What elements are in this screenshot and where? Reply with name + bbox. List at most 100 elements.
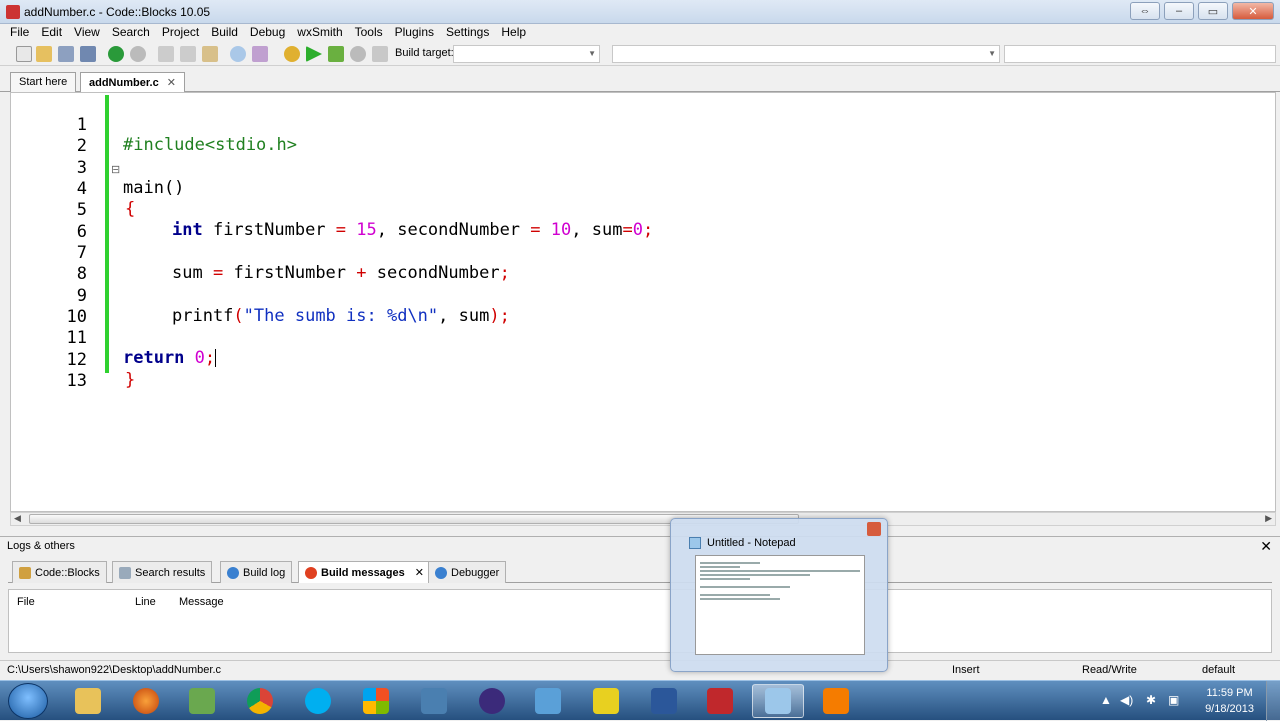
pin-icon (305, 566, 317, 579)
show-desktop-button[interactable] (1266, 681, 1280, 721)
gear-icon (227, 566, 239, 579)
code-line-10: 10 (11, 287, 1211, 327)
close-icon[interactable]: ✕ (415, 566, 424, 579)
volume-icon[interactable]: ◀) (1120, 693, 1133, 707)
tab-debugger[interactable]: Debugger (428, 561, 507, 583)
xampp-taskbar-button[interactable] (810, 684, 862, 718)
restore-icon[interactable]: ⇔ (1130, 2, 1160, 20)
firefox-taskbar-button[interactable] (120, 684, 172, 718)
book-taskbar-button[interactable] (694, 684, 746, 718)
clock[interactable]: 11:59 PM 9/18/2013 (1205, 685, 1254, 717)
thumbnail-line (700, 562, 760, 564)
menu-plugins[interactable]: Plugins (389, 24, 440, 42)
redo-icon[interactable] (130, 46, 146, 62)
close-button[interactable]: ✕ (1232, 2, 1274, 20)
tab-search-results[interactable]: Search results (112, 561, 213, 583)
code-line-8: 8 (11, 244, 1211, 284)
editor-taskbar-button[interactable] (176, 684, 228, 718)
start-button[interactable] (8, 683, 48, 719)
code-text: } (125, 370, 136, 390)
menu-settings[interactable]: Settings (440, 24, 495, 42)
rebuild-icon[interactable] (350, 46, 366, 62)
maximize-button[interactable]: ▭ (1198, 2, 1228, 20)
system-tray: ▲ ◀) ✱ ▣ 11:59 PM 9/18/2013 (1070, 681, 1280, 721)
code-line-6: 6 (11, 202, 1211, 242)
title-bar: addNumber.c - Code::Blocks 10.05 ⇔ – ▭ ✕ (0, 0, 1280, 24)
tab-build-log[interactable]: Build log (220, 561, 293, 583)
eclipse-icon (479, 688, 505, 714)
save-all-icon[interactable] (80, 46, 96, 62)
clock-date: 9/18/2013 (1205, 703, 1254, 715)
tab-addnumber[interactable]: addNumber.c ✕ (80, 72, 185, 92)
replace-icon[interactable] (252, 46, 268, 62)
build-and-run-icon[interactable] (328, 46, 344, 62)
codeblocks-app-icon (6, 5, 20, 19)
codeblocks-icon (593, 688, 619, 714)
build-gear-icon[interactable] (284, 46, 300, 62)
logs-caption: Logs & others (7, 540, 75, 552)
save-icon[interactable] (58, 46, 74, 62)
word-taskbar-button[interactable] (638, 684, 690, 718)
bluetooth-icon[interactable]: ✱ (1146, 693, 1156, 707)
new-file-icon[interactable] (16, 46, 32, 62)
explorer-taskbar-button[interactable] (62, 684, 114, 718)
notepad-preview[interactable]: Untitled - Notepad (670, 518, 888, 672)
open-folder-icon[interactable] (36, 46, 52, 62)
paste-icon[interactable] (202, 46, 218, 62)
abort-icon[interactable] (372, 46, 388, 62)
build-target-select[interactable]: ▼ (453, 45, 600, 63)
close-icon[interactable] (867, 522, 881, 536)
tab-build-messages[interactable]: Build messages ✕ (298, 561, 431, 583)
menu-help[interactable]: Help (495, 24, 532, 42)
menu-project[interactable]: Project (156, 24, 205, 42)
folder-icon (75, 688, 101, 714)
tab-start-here[interactable]: Start here (10, 72, 77, 92)
firefox-icon (133, 688, 159, 714)
editor-tabs: Start here addNumber.c ✕ (0, 70, 1280, 92)
notepad-taskbar-button[interactable] (752, 684, 804, 718)
close-icon[interactable]: ✕ (167, 77, 176, 89)
column-header-file[interactable]: File (17, 596, 35, 608)
chrome-taskbar-button[interactable] (234, 684, 286, 718)
network-icon[interactable]: ▣ (1168, 693, 1179, 707)
code-completion-select[interactable]: ▼ (612, 45, 1000, 63)
virtualbox-taskbar-button[interactable] (522, 684, 574, 718)
office-taskbar-button[interactable] (350, 684, 402, 718)
window-title: addNumber.c - Code::Blocks 10.05 (24, 5, 211, 19)
find-icon[interactable] (230, 46, 246, 62)
skype-taskbar-button[interactable] (292, 684, 344, 718)
word-icon (651, 688, 677, 714)
menu-view[interactable]: View (68, 24, 106, 42)
run-icon[interactable] (306, 46, 322, 62)
scroll-left-icon[interactable]: ◀ (14, 513, 21, 524)
tool-taskbar-button[interactable] (408, 684, 460, 718)
code-line-4: 4 { (11, 159, 1211, 219)
thumbnail-line (700, 578, 750, 580)
cube-icon (535, 688, 561, 714)
copy-icon[interactable] (180, 46, 196, 62)
menu-build[interactable]: Build (205, 24, 244, 42)
show-hidden-icons-icon[interactable]: ▲ (1100, 693, 1112, 707)
windows-taskbar: ▲ ◀) ✱ ▣ 11:59 PM 9/18/2013 (0, 680, 1280, 721)
menu-file[interactable]: File (4, 24, 35, 42)
scroll-right-icon[interactable]: ▶ (1265, 513, 1272, 524)
build-messages-table[interactable]: File Line Message (8, 589, 1272, 653)
symbol-select[interactable] (1004, 45, 1276, 63)
column-header-line[interactable]: Line (135, 596, 156, 608)
tab-codeblocks-log[interactable]: Code::Blocks (12, 561, 107, 583)
undo-icon[interactable] (108, 46, 124, 62)
menu-edit[interactable]: Edit (35, 24, 68, 42)
code-editor[interactable]: ⊟ 1 #include<stdio.h> 2 3 main() 4 { 5 i… (10, 92, 1276, 512)
horizontal-scrollbar[interactable]: ◀ ▶ (10, 512, 1276, 526)
close-icon[interactable]: ✕ (1260, 538, 1272, 555)
codeblocks-taskbar-button[interactable] (580, 684, 632, 718)
column-header-message[interactable]: Message (179, 596, 224, 608)
eclipse-taskbar-button[interactable] (466, 684, 518, 718)
menu-debug[interactable]: Debug (244, 24, 291, 42)
minimize-button[interactable]: – (1164, 2, 1194, 20)
menu-wxsmith[interactable]: wxSmith (291, 24, 348, 42)
tab-label: Start here (19, 76, 68, 88)
menu-tools[interactable]: Tools (349, 24, 389, 42)
cut-icon[interactable] (158, 46, 174, 62)
menu-search[interactable]: Search (106, 24, 156, 42)
